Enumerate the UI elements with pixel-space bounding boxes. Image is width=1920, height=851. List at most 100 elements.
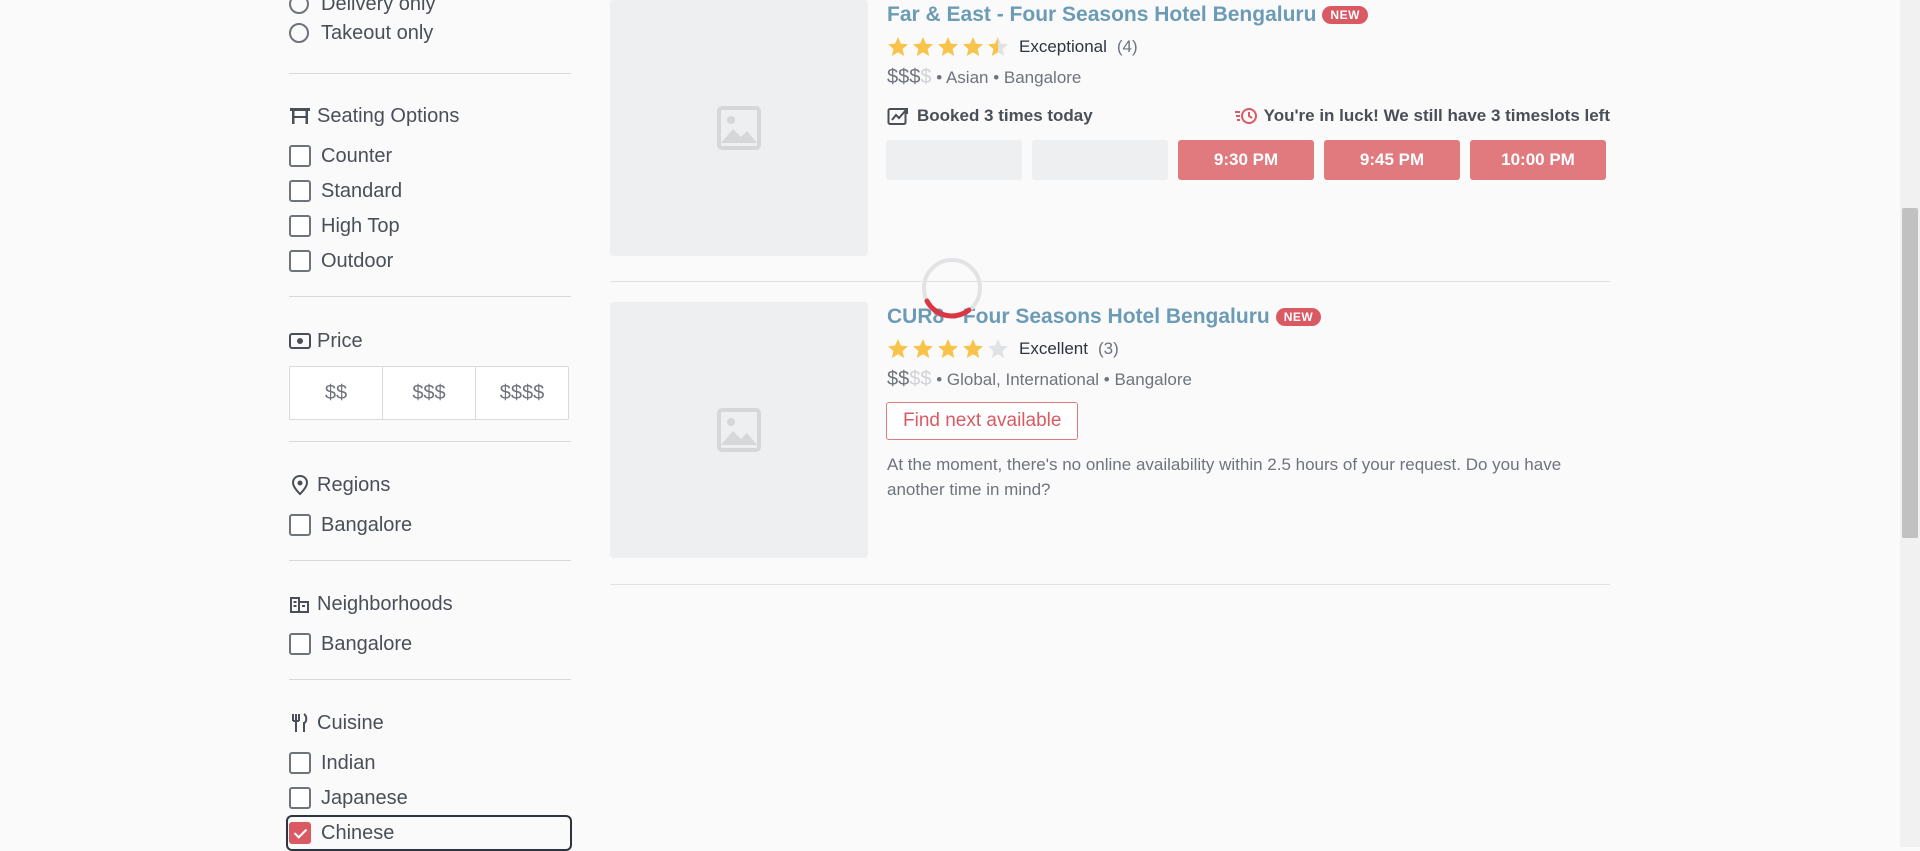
timeslot-button[interactable]: 9:30 PM bbox=[1178, 140, 1314, 180]
price-title: Price bbox=[317, 329, 363, 352]
option-label: Outdoor bbox=[321, 249, 394, 272]
buildings-icon bbox=[290, 597, 309, 613]
price-level-rest: $$ bbox=[909, 368, 932, 390]
restaurant-image-placeholder[interactable] bbox=[610, 302, 868, 558]
image-placeholder-icon bbox=[717, 408, 761, 452]
restaurant-image-placeholder[interactable] bbox=[610, 0, 868, 256]
luck-text: You're in luck! We still have 3 timeslot… bbox=[1263, 106, 1610, 125]
star-icon bbox=[888, 339, 908, 358]
option-label: Bangalore bbox=[321, 632, 413, 655]
neighborhoods-title: Neighborhoods bbox=[317, 592, 453, 615]
trending-up-icon bbox=[887, 108, 908, 125]
result-divider bbox=[610, 584, 1610, 585]
checkbox[interactable] bbox=[289, 752, 311, 774]
fork-knife-icon bbox=[292, 713, 308, 732]
delivery-only-option[interactable]: Delivery only bbox=[289, 0, 435, 16]
availability-note: At the moment, there's no online availab… bbox=[887, 455, 1562, 499]
divider bbox=[289, 679, 571, 680]
seating-icon bbox=[290, 108, 310, 124]
checkbox[interactable] bbox=[289, 215, 311, 237]
takeout-only-option[interactable]: Takeout only bbox=[289, 21, 433, 45]
cuisine-location: • Asian • Bangalore bbox=[931, 68, 1082, 87]
price-option-4[interactable]: $$$$ bbox=[476, 367, 568, 419]
star-icon bbox=[963, 339, 983, 358]
star-icon bbox=[988, 37, 1008, 56]
price-level: $$$ bbox=[887, 66, 921, 88]
image-placeholder-icon bbox=[717, 106, 761, 150]
loading-spinner-icon bbox=[922, 258, 982, 319]
seating-option-high-top[interactable]: High Top bbox=[289, 214, 400, 238]
divider bbox=[289, 441, 571, 442]
scrollbar-thumb[interactable] bbox=[1902, 208, 1918, 538]
checkbox[interactable] bbox=[289, 180, 311, 202]
price-option-3[interactable]: $$$ bbox=[383, 367, 476, 419]
restaurant-meta: $$$$ • Asian • Bangalore bbox=[887, 66, 1081, 89]
option-label: Japanese bbox=[321, 786, 408, 809]
option-label: Indian bbox=[321, 751, 376, 774]
booked-text: Booked 3 times today bbox=[917, 106, 1093, 125]
price-selector: $$ $$$ $$$$ bbox=[289, 366, 569, 420]
cuisine-option-indian[interactable]: Indian bbox=[289, 751, 376, 775]
rating-row: Excellent (3) bbox=[886, 336, 1119, 362]
neighborhoods-heading: Neighborhoods bbox=[289, 590, 453, 618]
restaurant-name-link[interactable]: Far & East - Four Seasons Hotel Bengalur… bbox=[887, 3, 1368, 27]
new-badge: NEW bbox=[1275, 308, 1322, 326]
star-icon bbox=[913, 339, 933, 358]
timeslot-button[interactable]: 10:00 PM bbox=[1470, 140, 1606, 180]
restaurant-meta: $$$$ • Global, International • Bangalore bbox=[887, 368, 1192, 391]
timeslot-empty bbox=[1032, 140, 1168, 180]
location-pin-icon bbox=[291, 474, 309, 496]
star-icon bbox=[913, 37, 933, 56]
region-option-bangalore[interactable]: Bangalore bbox=[289, 513, 412, 537]
clock-alert-icon bbox=[1234, 108, 1257, 124]
checkbox[interactable] bbox=[289, 633, 311, 655]
checkbox[interactable] bbox=[289, 250, 311, 272]
seating-option-outdoor[interactable]: Outdoor bbox=[289, 249, 393, 273]
checkbox[interactable] bbox=[289, 145, 311, 167]
cuisine-heading: Cuisine bbox=[289, 709, 384, 737]
review-count[interactable]: (3) bbox=[1098, 339, 1119, 359]
radio-icon[interactable] bbox=[289, 23, 309, 43]
timeslot-button[interactable]: 9:45 PM bbox=[1324, 140, 1460, 180]
cuisine-location: • Global, International • Bangalore bbox=[931, 370, 1192, 389]
seating-option-standard[interactable]: Standard bbox=[289, 179, 402, 203]
option-label: Standard bbox=[321, 179, 403, 202]
timeslot-empty bbox=[886, 140, 1022, 180]
checkbox[interactable] bbox=[289, 787, 311, 809]
option-label: Counter bbox=[321, 144, 393, 167]
divider bbox=[289, 560, 571, 561]
price-heading: Price bbox=[289, 327, 363, 355]
booked-today: Booked 3 times today bbox=[887, 106, 1093, 126]
price-level-rest: $ bbox=[920, 66, 932, 88]
cuisine-title: Cuisine bbox=[317, 711, 384, 734]
checkbox-checked[interactable] bbox=[289, 822, 311, 844]
price-option-2[interactable]: $$ bbox=[290, 367, 383, 419]
neighborhood-option-bangalore[interactable]: Bangalore bbox=[289, 632, 412, 656]
seating-option-counter[interactable]: Counter bbox=[289, 144, 392, 168]
luck-message: You're in luck! We still have 3 timeslot… bbox=[1234, 106, 1610, 126]
rating-row: Exceptional (4) bbox=[886, 34, 1138, 60]
regions-heading: Regions bbox=[289, 471, 390, 499]
option-label: Bangalore bbox=[321, 513, 413, 536]
page-scrollbar[interactable] bbox=[1900, 0, 1920, 847]
result-divider bbox=[610, 281, 1610, 282]
star-icon bbox=[888, 37, 908, 56]
cuisine-option-japanese[interactable]: Japanese bbox=[289, 786, 408, 810]
option-label: Chinese bbox=[321, 821, 395, 844]
rating-word: Excellent bbox=[1019, 339, 1088, 358]
money-icon bbox=[289, 333, 311, 349]
seating-options-heading: Seating Options bbox=[289, 102, 459, 130]
find-next-available-button[interactable]: Find next available bbox=[886, 402, 1079, 440]
divider bbox=[289, 73, 571, 74]
restaurant-name[interactable]: Far & East - Four Seasons Hotel Bengalur… bbox=[887, 3, 1316, 27]
star-icon bbox=[938, 37, 958, 56]
review-count[interactable]: (4) bbox=[1117, 37, 1138, 57]
takeout-only-label: Takeout only bbox=[321, 21, 434, 44]
price-level: $$ bbox=[887, 368, 910, 390]
cuisine-option-chinese[interactable]: Chinese bbox=[289, 821, 394, 845]
regions-title: Regions bbox=[317, 473, 391, 496]
divider bbox=[289, 296, 571, 297]
option-label: High Top bbox=[321, 214, 400, 237]
radio-icon[interactable] bbox=[289, 0, 309, 14]
checkbox[interactable] bbox=[289, 514, 311, 536]
